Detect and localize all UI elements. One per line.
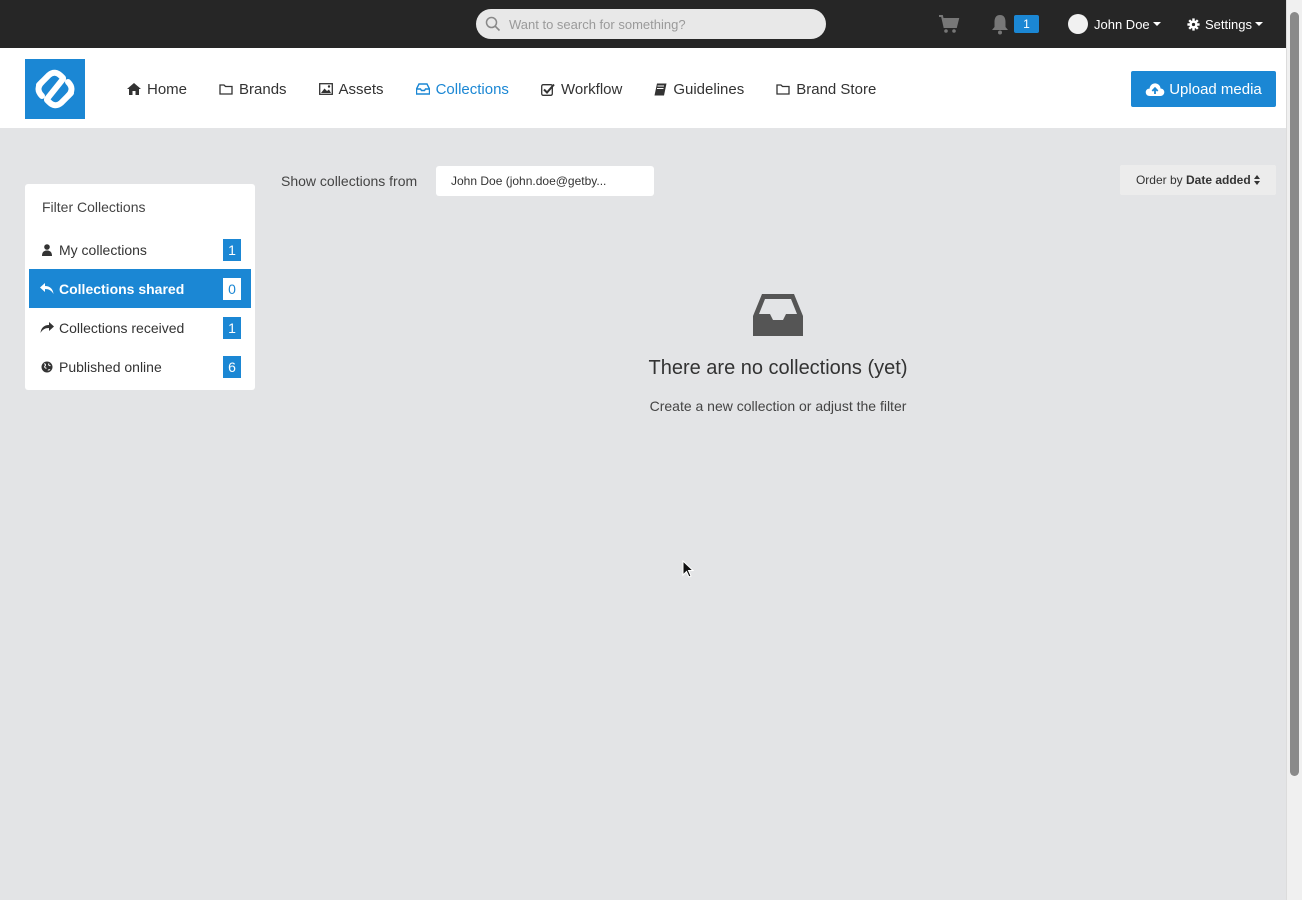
nav-brands[interactable]: Brands bbox=[219, 79, 287, 99]
user-menu[interactable]: John Doe bbox=[1068, 13, 1161, 35]
mouse-cursor-icon bbox=[682, 560, 694, 578]
chevron-down-icon bbox=[1254, 22, 1263, 26]
cart-icon[interactable] bbox=[938, 14, 960, 34]
count-badge: 0 bbox=[223, 278, 241, 300]
order-by-dropdown[interactable]: Order by Date added bbox=[1120, 165, 1276, 195]
cloud-upload-icon bbox=[1145, 82, 1165, 96]
filter-item-collections-received[interactable]: Collections received 1 bbox=[29, 308, 251, 347]
inbox-icon bbox=[753, 294, 803, 336]
nav-assets-label: Assets bbox=[338, 80, 384, 98]
search-icon bbox=[485, 16, 501, 32]
sort-icon bbox=[1254, 175, 1261, 185]
scrollbar-thumb[interactable] bbox=[1290, 12, 1299, 776]
share-icon bbox=[40, 322, 54, 333]
top-bar: 1 John Doe Settings bbox=[0, 0, 1286, 48]
bell-icon[interactable] bbox=[990, 13, 1010, 35]
search-box[interactable] bbox=[476, 9, 826, 39]
avatar bbox=[1068, 14, 1088, 34]
empty-state-title: There are no collections (yet) bbox=[648, 357, 908, 379]
upload-media-button[interactable]: Upload media bbox=[1131, 71, 1276, 107]
notification-count-badge[interactable]: 1 bbox=[1014, 15, 1039, 33]
filter-title: Filter Collections bbox=[42, 199, 146, 215]
logo-icon bbox=[35, 69, 75, 109]
nav-brand-store-label: Brand Store bbox=[796, 80, 877, 98]
book-icon bbox=[654, 83, 667, 95]
main-header: Home Brands Assets Collections Workflow … bbox=[0, 48, 1286, 128]
page-scrollbar[interactable] bbox=[1286, 0, 1302, 900]
nav-collections[interactable]: Collections bbox=[415, 79, 509, 99]
folder-icon bbox=[219, 84, 233, 95]
globe-icon bbox=[40, 361, 54, 373]
nav-brands-label: Brands bbox=[239, 80, 287, 98]
filter-item-label: Published online bbox=[59, 358, 162, 375]
nav-home-label: Home bbox=[147, 80, 188, 98]
user-name: John Doe bbox=[1094, 16, 1150, 32]
show-collections-select[interactable]: John Doe (john.doe@getby... bbox=[436, 166, 654, 196]
nav-assets[interactable]: Assets bbox=[318, 79, 384, 99]
nav-collections-label: Collections bbox=[435, 80, 509, 98]
settings-label: Settings bbox=[1205, 16, 1252, 32]
gear-icon bbox=[1187, 17, 1200, 31]
count-badge: 1 bbox=[223, 317, 241, 339]
user-icon bbox=[40, 243, 54, 256]
filter-item-collections-shared[interactable]: Collections shared 0 bbox=[29, 269, 251, 308]
nav-guidelines[interactable]: Guidelines bbox=[654, 79, 744, 99]
inbox-icon bbox=[415, 83, 430, 95]
order-by-prefix: Order by bbox=[1135, 173, 1183, 187]
filter-panel: Filter Collections My collections 1 Coll… bbox=[25, 184, 255, 390]
count-badge: 1 bbox=[223, 239, 241, 261]
upload-media-label: Upload media bbox=[1169, 80, 1262, 98]
check-square-icon bbox=[540, 83, 555, 96]
filter-item-label: Collections shared bbox=[59, 280, 185, 297]
nav-home[interactable]: Home bbox=[127, 79, 187, 99]
nav-workflow-label: Workflow bbox=[560, 80, 623, 98]
nav-workflow[interactable]: Workflow bbox=[540, 79, 623, 99]
image-icon bbox=[318, 83, 333, 95]
show-collections-label: Show collections from bbox=[281, 173, 418, 189]
nav-brand-store[interactable]: Brand Store bbox=[776, 79, 876, 99]
settings-menu[interactable]: Settings bbox=[1187, 13, 1263, 35]
search-input[interactable] bbox=[509, 9, 814, 39]
filter-item-label: My collections bbox=[59, 241, 147, 258]
main-nav: Home Brands Assets Collections Workflow … bbox=[127, 79, 908, 99]
nav-guidelines-label: Guidelines bbox=[673, 80, 745, 98]
count-badge: 6 bbox=[223, 356, 241, 378]
filter-item-my-collections[interactable]: My collections 1 bbox=[29, 230, 251, 269]
home-icon bbox=[127, 83, 141, 95]
order-by-value: Date added bbox=[1186, 173, 1251, 187]
chevron-down-icon bbox=[1152, 22, 1161, 26]
filter-item-label: Collections received bbox=[59, 319, 185, 336]
reply-icon bbox=[40, 283, 54, 294]
filter-item-published-online[interactable]: Published online 6 bbox=[29, 347, 251, 386]
folder-icon bbox=[776, 84, 790, 95]
empty-state-subtitle: Create a new collection or adjust the fi… bbox=[649, 398, 907, 414]
brand-logo[interactable] bbox=[25, 59, 85, 119]
